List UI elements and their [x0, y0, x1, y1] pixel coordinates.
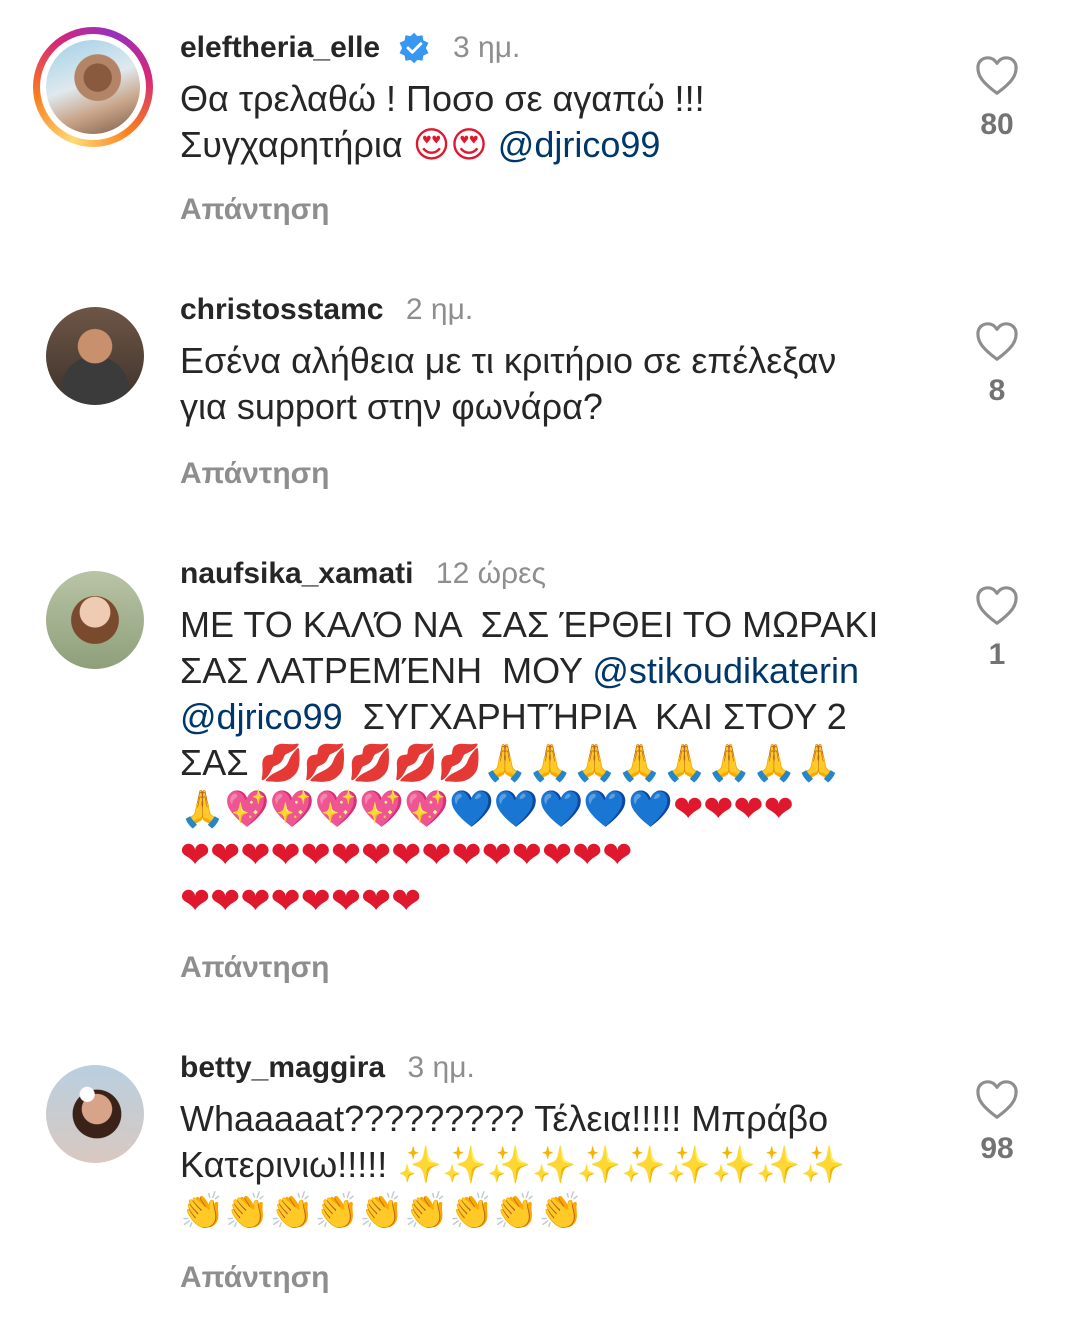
avatar[interactable]	[46, 1065, 144, 1163]
comment-text: ΜΕ ΤΟ ΚΑΛΌ ΝΑ ΣΑΣ ΈΡΘΕΙ ΤΟ ΜΩΡΑΚΙ ΣΑΣ ΛΑ…	[180, 602, 940, 924]
comment-timestamp: 12 ώρες	[435, 557, 546, 590]
comment-header: naufsika_xamati 12 ώρες	[180, 554, 546, 594]
comment-header: betty_maggira 3 ημ.	[180, 1048, 475, 1088]
avatar[interactable]	[46, 571, 144, 669]
avatar	[46, 40, 140, 134]
heart-outline-icon[interactable]	[975, 322, 1019, 362]
comment-timestamp: 3 ημ.	[453, 31, 521, 64]
mention-link[interactable]: @djrico99	[498, 124, 661, 165]
comment-item: naufsika_xamati 12 ώρες ΜΕ ΤΟ ΚΑΛΌ ΝΑ ΣΑ…	[0, 554, 1080, 994]
like-count: 1	[988, 638, 1006, 671]
verified-badge-icon	[399, 32, 429, 64]
mention-link[interactable]: @stikoudikaterin	[592, 650, 859, 691]
like-control: 8	[960, 322, 1034, 408]
username[interactable]: betty_maggira	[180, 1048, 385, 1088]
red-heart-emoji: ❤❤❤❤❤❤❤❤	[180, 880, 422, 921]
heart-outline-icon[interactable]	[975, 1080, 1019, 1120]
red-heart-emoji: ❤❤❤❤❤❤❤❤❤❤❤❤❤❤❤	[180, 834, 633, 875]
heart-eyes-emoji: 😍😍	[412, 124, 488, 165]
comment-text-line: Εσένα αλήθεια με τι κριτήριο σε επέλεξαν	[180, 340, 837, 381]
comment-text-line: Συγχαρητήρια	[180, 124, 413, 165]
comment-text-line: ΣΑΣ	[180, 742, 259, 783]
like-count: 98	[980, 1132, 1014, 1165]
like-count: 8	[988, 374, 1006, 407]
heart-outline-icon[interactable]	[975, 56, 1019, 96]
red-heart-emoji: ❤❤❤❤	[673, 788, 794, 829]
avatar-image	[46, 307, 144, 405]
comment-text-line: ΣΑΣ ΛΑΤΡΕΜΈΝΗ ΜΟΥ	[180, 650, 593, 691]
like-control: 98	[960, 1080, 1034, 1166]
comment-item: christosstamc 2 ημ. Εσένα αλήθεια με τι …	[0, 290, 1080, 500]
comment-text-line: Κατερινιω!!!!!	[180, 1144, 398, 1185]
username[interactable]: christosstamc	[180, 290, 383, 330]
avatar-image	[46, 1065, 144, 1163]
like-count: 80	[980, 108, 1014, 141]
comment-text: Εσένα αλήθεια με τι κριτήριο σε επέλεξαν…	[180, 338, 960, 430]
avatar[interactable]	[46, 307, 144, 405]
reply-button[interactable]: Απάντηση	[180, 454, 330, 494]
folded-hands-emoji: 🙏🙏🙏🙏🙏🙏🙏🙏	[482, 742, 842, 783]
comment-text-line: για support στην φωνάρα?	[180, 386, 603, 427]
reply-button[interactable]: Απάντηση	[180, 1258, 330, 1298]
comment-item: betty_maggira 3 ημ. Whaaaaat????????? Τέ…	[0, 1048, 1080, 1308]
comment-text: Θα τρελαθώ ! Ποσο σε αγαπώ !!! Συγχαρητή…	[180, 76, 920, 168]
comment-header: eleftheria_elle 3 ημ.	[180, 28, 520, 68]
folded-hands-emoji: 🙏	[180, 788, 225, 829]
comment-text-line: ΜΕ ΤΟ ΚΑΛΌ ΝΑ ΣΑΣ ΈΡΘΕΙ ΤΟ ΜΩΡΑΚΙ	[180, 604, 879, 645]
avatar-image	[46, 571, 144, 669]
reply-button[interactable]: Απάντηση	[180, 190, 330, 230]
clapping-hands-emoji: 👏👏👏👏👏👏👏👏👏	[180, 1190, 584, 1231]
comment-header: christosstamc 2 ημ.	[180, 290, 473, 330]
sparkling-heart-emoji: 💖💖💖💖💖	[224, 788, 449, 829]
comment-text-line: Θα τρελαθώ ! Ποσο σε αγαπώ !!!	[180, 78, 705, 119]
mention-link[interactable]: @djrico99	[180, 696, 343, 737]
reply-button[interactable]: Απάντηση	[180, 948, 330, 988]
username[interactable]: naufsika_xamati	[180, 554, 413, 594]
avatar-story-ring[interactable]	[33, 27, 153, 147]
username[interactable]: eleftheria_elle	[180, 28, 380, 68]
comment-timestamp: 2 ημ.	[405, 293, 474, 326]
kiss-mark-emoji: 💋💋💋💋💋	[258, 742, 483, 783]
comment-text: Whaaaaat????????? Τέλεια!!!!! Μπράβο Κατ…	[180, 1096, 940, 1234]
comment-text-line: Whaaaaat????????? Τέλεια!!!!! Μπράβο	[180, 1098, 829, 1139]
blue-heart-emoji: 💙💙💙💙💙	[448, 788, 674, 829]
heart-outline-icon[interactable]	[975, 586, 1019, 626]
like-control: 1	[960, 586, 1034, 672]
comment-timestamp: 3 ημ.	[407, 1051, 475, 1084]
comment-item: eleftheria_elle 3 ημ. Θα τρελαθώ ! Ποσο …	[0, 27, 1080, 238]
like-control: 80	[960, 56, 1034, 142]
sparkles-emoji: ✨✨✨✨✨✨✨✨✨✨	[397, 1144, 846, 1185]
comment-text-line: ΣΥΓΧΑΡΗΤΉΡΙΑ ΚΑΙ ΣΤΟΥ 2	[342, 696, 847, 737]
